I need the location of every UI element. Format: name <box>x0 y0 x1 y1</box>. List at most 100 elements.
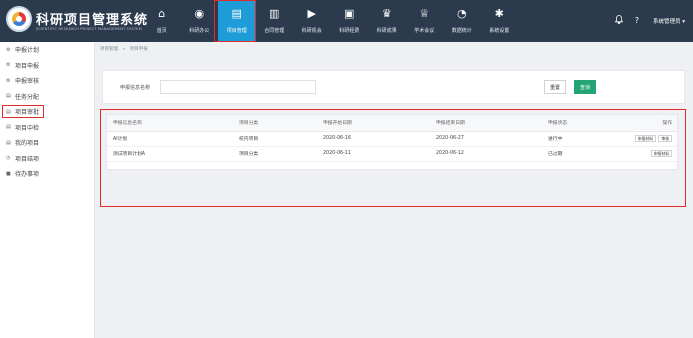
column-header: 操作 <box>622 115 677 132</box>
nav-item-statistics[interactable]: ◔ 数据统计 <box>443 0 481 42</box>
contract-icon: ▥ <box>269 7 280 20</box>
sidebar-item-plan[interactable]: ⚙ 申报计划 <box>0 42 94 58</box>
cell-status: 已过期 <box>542 146 622 162</box>
application-table: 申报信息名称 项目分类 申报开始日期 申报结束日期 申报状态 操作 AI计划 校… <box>107 115 677 162</box>
cell-actions: 申报材料 审核 <box>622 131 677 147</box>
sidebar-item-midterm[interactable]: ▤ 项目中检 <box>0 120 94 136</box>
nav-item-achievements[interactable]: ♛ 科研成果 <box>368 0 406 42</box>
sidebar-item-label: 任务分配 <box>15 93 40 101</box>
highlight-box-nav <box>214 0 256 42</box>
sidebar-item-assign[interactable]: ▤ 任务分配 <box>0 89 94 105</box>
table-row: AI计划 校内项目 2020-06-16 2020-06-27 进行中 申报材料… <box>107 131 677 147</box>
header-tools: ? 系统管理员 ▾ <box>603 15 685 26</box>
cell-actions: 申报材料 <box>622 146 677 162</box>
cell-start-date: 2020-06-16 <box>317 131 430 147</box>
query-button[interactable]: 查询 <box>574 80 596 94</box>
breadcrumb: 项目管理 » 项目申报 <box>100 46 148 52</box>
breadcrumb-current: 项目申报 <box>129 47 148 52</box>
sidebar-item-label: 项目申报 <box>15 62 40 70</box>
sidebar-item-apply[interactable]: ⚙ 项目申报 <box>0 58 94 74</box>
nav-item-label: 合同管理 <box>264 28 285 34</box>
list-icon: ▤ <box>6 139 11 146</box>
main-content: 项目管理 » 项目申报 申报信息名称 重置 查询 申报信息名称 项目分类 申报开… <box>96 42 693 338</box>
sidebar-item-todo[interactable]: ■ 待办事项 <box>0 166 94 182</box>
brand-subtitle: SCIENTIFIC RESEARCH PROJECT MANAGEMENT S… <box>36 27 142 31</box>
pie-chart-icon: ◔ <box>456 7 467 20</box>
column-header: 申报状态 <box>542 115 622 132</box>
sidebar-item-closing[interactable]: ◷ 项目结项 <box>0 151 94 167</box>
breadcrumb-root[interactable]: 项目管理 <box>100 47 118 52</box>
cell-category: 校内项目 <box>233 131 317 147</box>
highlight-box-table: 申报信息名称 项目分类 申报开始日期 申报结束日期 申报状态 操作 AI计划 校… <box>100 109 686 207</box>
home-icon: ⌂ <box>158 7 166 20</box>
sidebar-item-label: 申报计划 <box>15 47 40 55</box>
nav-item-label: 科研成果 <box>376 28 397 34</box>
column-header: 项目分类 <box>233 115 317 132</box>
gear-icon: ✱ <box>494 7 504 20</box>
nav-item-label: 科研办公 <box>189 28 210 34</box>
filter-panel: 申报信息名称 重置 查询 <box>102 70 685 104</box>
user-menu[interactable]: 系统管理员 ▾ <box>653 17 685 25</box>
clock-icon: ◷ <box>6 155 11 162</box>
office-icon: ◉ <box>194 7 205 20</box>
nav-item-label: 科研经费 <box>339 28 360 34</box>
list-icon: ▤ <box>6 124 11 131</box>
column-header: 申报信息名称 <box>107 115 233 132</box>
sidebar-item-label: 我的项目 <box>15 140 40 148</box>
list-icon: ▤ <box>6 93 11 100</box>
table-row: 测试项目计划A 项目分类 2020-06-11 2020-06-12 已过期 申… <box>107 146 677 162</box>
review-button[interactable]: 审核 <box>658 135 672 142</box>
cell-name: AI计划 <box>107 131 233 147</box>
materials-button[interactable]: 申报材料 <box>634 135 656 142</box>
highlight-box-sidebar <box>2 105 44 118</box>
cell-end-date: 2020-06-12 <box>430 146 542 162</box>
help-icon[interactable]: ? <box>635 16 639 25</box>
nav-item-label: 首页 <box>156 28 167 34</box>
materials-button[interactable]: 申报材料 <box>650 150 672 157</box>
table-header-row: 申报信息名称 项目分类 申报开始日期 申报结束日期 申报状态 操作 <box>107 115 677 132</box>
name-search-input[interactable] <box>160 80 316 94</box>
gear-icon: ⚙ <box>6 46 11 53</box>
funds-icon: ▣ <box>344 7 355 20</box>
play-icon: ▶ <box>307 7 316 20</box>
nav-item-label: 学术会议 <box>414 28 435 34</box>
nav-item-label: 系统设置 <box>489 28 510 34</box>
nav-item-conference[interactable]: ♕ 学术会议 <box>406 0 444 42</box>
sidebar-item-label: 待办事项 <box>15 171 40 179</box>
cell-category: 项目分类 <box>233 146 317 162</box>
sidebar: ⚙ 申报计划 ⚙ 项目申报 ⚙ 申报审核 ▤ 任务分配 ▤ 项目审批 ▤ 项目中… <box>0 42 95 338</box>
nav-item-office[interactable]: ◉ 科研办公 <box>181 0 219 42</box>
main-nav: ⌂ 首页 ◉ 科研办公 ▤ 项目管理 ▥ 合同管理 ▶ 科研机会 ▣ 科研经费 … <box>143 0 518 42</box>
sidebar-item-label: 项目中检 <box>15 124 40 132</box>
logo-icon <box>6 6 32 32</box>
gear-icon: ⚙ <box>6 62 11 69</box>
breadcrumb-separator: » <box>122 47 126 52</box>
nav-item-label: 科研机会 <box>301 28 322 34</box>
cell-start-date: 2020-06-11 <box>317 146 430 162</box>
cell-status: 进行中 <box>542 131 622 147</box>
top-navbar: 科研项目管理系统 SCIENTIFIC RESEARCH PROJECT MAN… <box>0 0 693 42</box>
sidebar-item-label: 申报审核 <box>15 78 40 86</box>
nav-item-label: 数据统计 <box>451 28 472 34</box>
trophy-icon: ♛ <box>381 7 392 20</box>
sidebar-item-my-projects[interactable]: ▤ 我的项目 <box>0 135 94 151</box>
column-header: 申报开始日期 <box>317 115 430 132</box>
cell-end-date: 2020-06-27 <box>430 131 542 147</box>
nav-item-opportunity[interactable]: ▶ 科研机会 <box>293 0 331 42</box>
brand-title: 科研项目管理系统 <box>36 13 149 28</box>
nav-item-contract[interactable]: ▥ 合同管理 <box>256 0 294 42</box>
nav-item-home[interactable]: ⌂ 首页 <box>143 0 181 42</box>
square-icon: ■ <box>6 170 11 177</box>
nav-item-funds[interactable]: ▣ 科研经费 <box>331 0 369 42</box>
reset-button[interactable]: 重置 <box>544 80 566 94</box>
cell-name: 测试项目计划A <box>107 146 233 162</box>
sidebar-item-label: 项目结项 <box>15 155 40 163</box>
sidebar-item-review[interactable]: ⚙ 申报审核 <box>0 73 94 89</box>
gear-icon: ⚙ <box>6 77 11 84</box>
nav-item-settings[interactable]: ✱ 系统设置 <box>481 0 519 42</box>
cup-icon: ♕ <box>419 7 430 20</box>
filter-label: 申报信息名称 <box>120 85 151 91</box>
table-panel: 申报信息名称 项目分类 申报开始日期 申报结束日期 申报状态 操作 AI计划 校… <box>106 114 678 170</box>
bell-icon[interactable] <box>614 15 624 26</box>
column-header: 申报结束日期 <box>430 115 542 132</box>
